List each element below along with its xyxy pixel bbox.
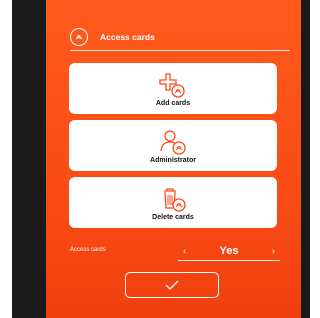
add-cards-label: Add cards [155,100,191,107]
chevron-left-icon[interactable]: ‹ [178,246,191,257]
contactless-card-icon [70,28,88,46]
administrator-label: Administrator [150,157,196,164]
add-cards-button[interactable]: Add cards [69,63,277,114]
check-icon [165,280,179,290]
selector-value: Yes [219,245,239,257]
access-cards-selector[interactable]: ‹ Yes › [178,242,280,261]
add-card-icon [159,73,185,98]
delete-cards-button[interactable]: Delete cards [69,177,277,228]
access-cards-setting-label: Access cards [70,247,106,253]
header-divider [70,50,290,51]
page-header: Access cards [70,24,290,50]
delete-cards-label: Delete cards [152,214,194,221]
confirm-button[interactable] [125,272,219,298]
trash-card-icon [164,188,186,212]
page-title: Access cards [100,32,155,42]
administrator-button[interactable]: Administrator [69,120,277,171]
chevron-right-icon[interactable]: › [267,246,280,257]
admin-user-card-icon [160,130,186,155]
screen: Access cards Add cards Administrator Del… [46,0,301,318]
